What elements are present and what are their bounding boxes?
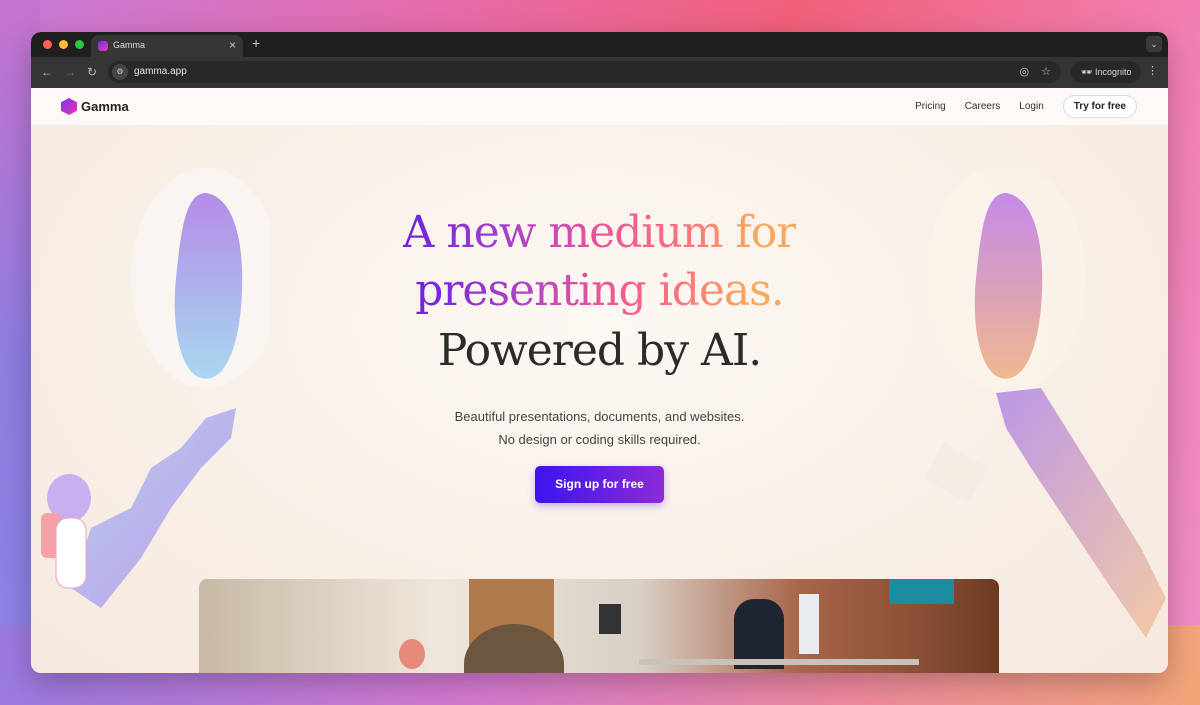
forward-icon[interactable]: → bbox=[64, 65, 76, 79]
browser-menu-icon[interactable]: ⋮ bbox=[1147, 64, 1158, 77]
tab-strip: Gamma × + ⌄ bbox=[31, 32, 1168, 57]
nav-link-login[interactable]: Login bbox=[1019, 101, 1043, 112]
close-tab-icon[interactable]: × bbox=[229, 38, 236, 52]
subtitle-line-1: Beautiful presentations, documents, and … bbox=[454, 409, 745, 424]
hero-headline: A new medium for presenting ideas. Power… bbox=[31, 204, 1168, 382]
back-icon[interactable]: ← bbox=[41, 65, 53, 79]
gamma-logo[interactable]: Gamma bbox=[61, 98, 129, 115]
astronaut-body bbox=[55, 517, 87, 589]
eye-off-icon[interactable]: ◎ bbox=[1020, 65, 1030, 78]
headline-line-3: Powered by AI. bbox=[437, 325, 762, 376]
headline-line-1: A new medium for bbox=[403, 204, 798, 262]
url-text[interactable]: gamma.app bbox=[134, 66, 187, 77]
tab-title: Gamma bbox=[113, 40, 146, 50]
minimize-window-button[interactable] bbox=[59, 40, 68, 49]
headline-line-2: presenting ideas. bbox=[415, 262, 785, 320]
site-nav: Pricing Careers Login Try for free bbox=[915, 95, 1137, 118]
incognito-icon: 🕶 bbox=[1081, 67, 1095, 77]
nav-link-careers[interactable]: Careers bbox=[965, 101, 1001, 112]
site-header: Gamma Pricing Careers Login Try for free bbox=[31, 88, 1168, 125]
address-bar[interactable]: ⚙ gamma.app ◎ ☆ bbox=[108, 61, 1061, 83]
video-desk bbox=[639, 659, 919, 665]
gamma-favicon-icon bbox=[98, 41, 108, 51]
video-monitor bbox=[599, 604, 621, 634]
video-poster bbox=[889, 579, 954, 604]
video-wall-circle bbox=[399, 639, 425, 669]
hero-video[interactable] bbox=[199, 579, 999, 673]
page-content: Gamma Pricing Careers Login Try for free… bbox=[31, 88, 1168, 673]
tab-gamma[interactable]: Gamma × bbox=[91, 35, 243, 57]
hero-subtitle: Beautiful presentations, documents, and … bbox=[31, 405, 1168, 451]
brand-name: Gamma bbox=[81, 99, 129, 114]
browser-toolbar: ← → ↻ ⚙ gamma.app ◎ ☆ 🕶 Incognito ⋮ bbox=[31, 57, 1168, 88]
sign-up-button[interactable]: Sign up for free bbox=[535, 466, 664, 503]
video-imac bbox=[799, 594, 819, 654]
bookmark-star-icon[interactable]: ☆ bbox=[1041, 65, 1051, 78]
new-tab-button[interactable]: + bbox=[252, 35, 260, 51]
close-window-button[interactable] bbox=[43, 40, 52, 49]
incognito-indicator[interactable]: 🕶 Incognito bbox=[1071, 61, 1142, 83]
tab-search-chevron-icon[interactable]: ⌄ bbox=[1146, 36, 1162, 52]
subtitle-line-2: No design or coding skills required. bbox=[498, 432, 701, 447]
incognito-label: Incognito bbox=[1094, 67, 1132, 77]
reload-icon[interactable]: ↻ bbox=[87, 65, 97, 79]
zoom-window-button[interactable] bbox=[75, 40, 84, 49]
try-for-free-button[interactable]: Try for free bbox=[1062, 95, 1137, 118]
browser-window: Gamma × + ⌄ ← → ↻ ⚙ gamma.app ◎ ☆ 🕶 Inco… bbox=[31, 32, 1168, 673]
nav-link-pricing[interactable]: Pricing bbox=[915, 101, 946, 112]
floating-slide-card bbox=[923, 442, 989, 504]
gamma-logo-icon bbox=[61, 98, 77, 115]
site-settings-icon[interactable]: ⚙ bbox=[112, 64, 128, 80]
window-controls bbox=[43, 40, 84, 49]
